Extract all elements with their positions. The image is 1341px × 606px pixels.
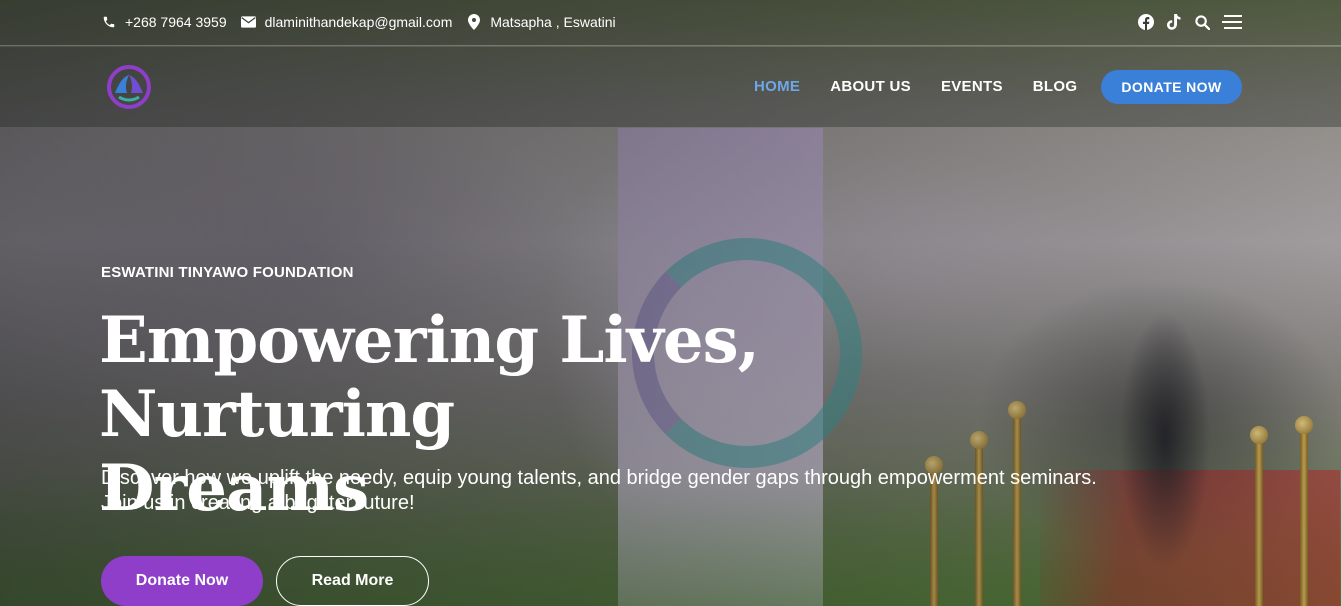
nav-item-about-us[interactable]: ABOUT US: [830, 78, 911, 95]
menu-icon[interactable]: [1221, 13, 1243, 31]
donate-now-nav-button[interactable]: DONATE NOW: [1101, 70, 1242, 104]
nav-item-home[interactable]: HOME: [754, 78, 800, 95]
phone-icon: [101, 14, 117, 30]
location-text: Matsapha , Eswatini: [490, 14, 616, 30]
location-pin-icon: [466, 14, 482, 30]
nav-item-events[interactable]: EVENTS: [941, 78, 1003, 95]
headline-line-1: Empowering Lives, Nurturing: [99, 303, 760, 452]
social-tools: [1127, 13, 1243, 31]
search-icon[interactable]: [1193, 13, 1211, 31]
foundation-logo[interactable]: [101, 63, 159, 111]
facebook-icon[interactable]: [1137, 13, 1155, 31]
contact-info: +268 7964 3959 dlaminithandekap@gmail.co…: [101, 14, 630, 30]
phone-number: +268 7964 3959: [125, 14, 227, 30]
mail-icon: [241, 14, 257, 30]
hero-eyebrow: ESWATINI TINYAWO FOUNDATION: [101, 264, 354, 281]
email-contact[interactable]: dlaminithandekap@gmail.com: [241, 14, 453, 30]
donate-now-button[interactable]: Donate Now: [101, 556, 263, 606]
read-more-button[interactable]: Read More: [276, 556, 429, 606]
top-contact-bar: +268 7964 3959 dlaminithandekap@gmail.co…: [0, 0, 1341, 46]
primary-nav: HOME ABOUT US EVENTS BLOG: [754, 78, 1107, 95]
location-contact: Matsapha , Eswatini: [466, 14, 616, 30]
tiktok-icon[interactable]: [1165, 13, 1183, 31]
hero-description: Discover how we uplift the needy, equip …: [101, 467, 1097, 514]
email-address: dlaminithandekap@gmail.com: [264, 14, 453, 30]
phone-contact[interactable]: +268 7964 3959: [101, 14, 227, 30]
nav-item-blog[interactable]: BLOG: [1033, 78, 1078, 95]
main-navbar: HOME ABOUT US EVENTS BLOG DONATE NOW: [0, 47, 1341, 127]
